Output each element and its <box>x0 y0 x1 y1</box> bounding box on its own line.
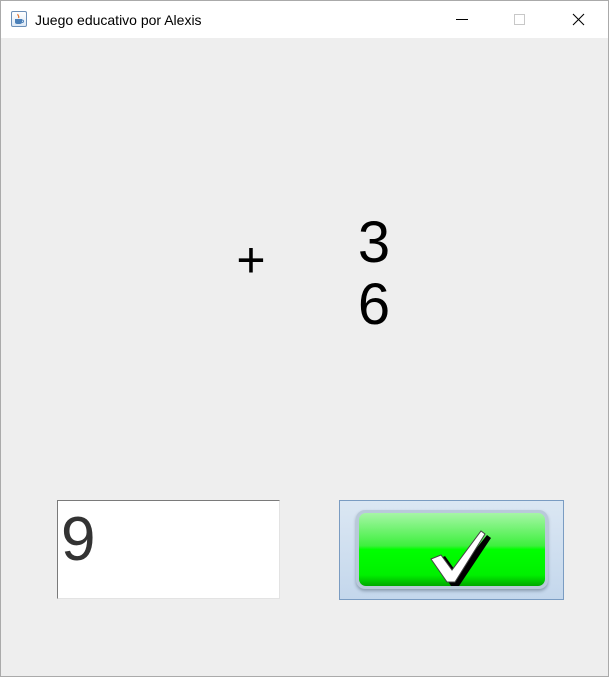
check-button-green <box>359 513 545 586</box>
check-answer-button[interactable] <box>339 500 564 600</box>
title-bar[interactable]: Juego educativo por Alexis <box>1 1 608 38</box>
operand-top: 3 <box>357 210 391 275</box>
answer-input[interactable]: 9 <box>57 500 280 599</box>
game-panel: + 3 6 9 <box>1 38 608 676</box>
checkmark-icon <box>430 530 491 586</box>
minimize-button[interactable] <box>433 1 491 38</box>
close-icon <box>572 13 585 26</box>
check-button-face <box>356 510 548 589</box>
maximize-button[interactable] <box>491 1 549 38</box>
maximize-icon <box>514 14 525 25</box>
operand-bottom: 6 <box>357 272 391 337</box>
answer-value: 9 <box>61 505 96 574</box>
close-button[interactable] <box>550 1 608 38</box>
java-cup-icon <box>11 11 27 27</box>
operator-sign: + <box>236 232 266 288</box>
minimize-icon <box>456 19 468 20</box>
window-title: Juego educativo por Alexis <box>35 12 202 28</box>
app-window: Juego educativo por Alexis + 3 6 9 <box>0 0 609 677</box>
